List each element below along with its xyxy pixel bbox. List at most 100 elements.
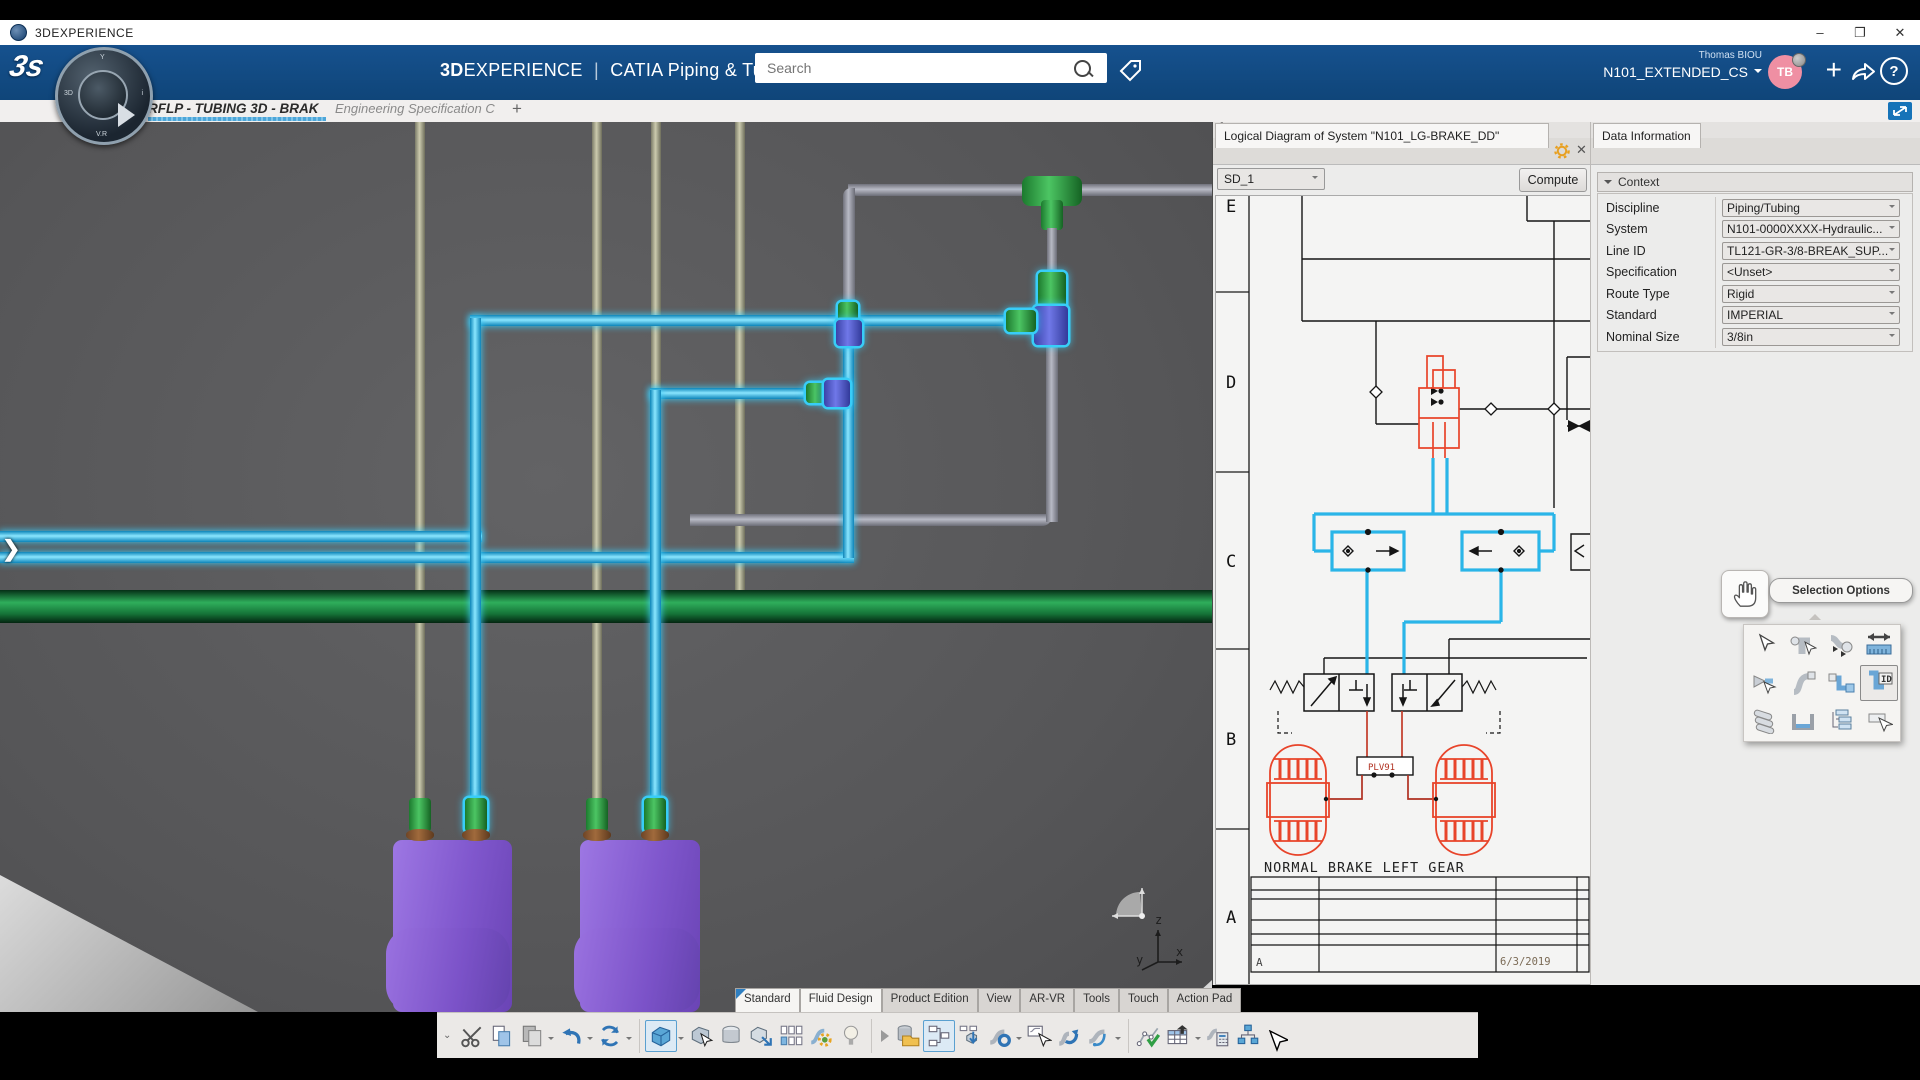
line-id-dropdown[interactable]: TL121-GR-3/8-BREAK_SUP... [1722,241,1900,260]
select-measure-icon[interactable] [1861,628,1897,662]
tube-cyan-h2[interactable] [0,552,854,563]
paste-button[interactable] [517,1021,547,1051]
open-data-button[interactable] [893,1021,923,1051]
toolbar-tab-standard[interactable]: Standard [735,988,800,1012]
tube-beige-1[interactable] [415,122,425,804]
insert-part-button[interactable] [746,1021,776,1051]
expand-window-button[interactable] [1888,102,1912,120]
tube-gray-mid[interactable] [690,514,1052,526]
tube-beige-2[interactable] [592,122,602,804]
discipline-dropdown[interactable]: Piping/Tubing [1722,198,1900,217]
undo-button[interactable] [556,1021,586,1051]
tube-cyan-h4[interactable] [650,388,822,399]
search-icon[interactable] [1074,59,1091,77]
select-spool-icon[interactable] [1747,666,1783,700]
directional-valves[interactable] [1269,673,1501,734]
port-fitting-green-1[interactable] [409,798,431,832]
port-fitting-green-4-highlighted[interactable] [644,798,666,832]
create-stock-button[interactable] [716,1021,746,1051]
transfer-route-button[interactable] [1054,1021,1084,1051]
panel-close-icon[interactable]: ✕ [1576,142,1587,158]
tube-cyan-v3[interactable] [843,326,854,558]
schematic-valve-highlighted[interactable] [1418,355,1460,458]
hand-tool-button[interactable] [1721,570,1769,618]
port-fitting-green-3[interactable] [586,798,608,832]
select-3d-part-button[interactable] [686,1021,716,1051]
compass-north-label[interactable]: Y [100,54,105,61]
doc-tab-active[interactable]: RFLP - TUBING 3D - BRAK [148,101,319,116]
update-dropdown-caret[interactable] [626,1036,633,1043]
tube-routing-dropdown-caret[interactable] [1016,1036,1023,1043]
compass-south-label[interactable]: V.R [96,131,107,138]
hydraulic-component-1-lobe[interactable] [386,928,510,1012]
check-consistency-button[interactable] [1134,1021,1164,1051]
sheet-selector[interactable]: SD_1 [1217,168,1325,190]
new-tab-button[interactable]: + [512,99,522,119]
toolbar-tab-ar-vr[interactable]: AR-VR [1020,988,1075,1012]
tube-cyan-h1[interactable] [0,531,482,542]
fitting-green-highlighted-3[interactable] [838,302,858,322]
schematic-lines[interactable] [1301,196,1590,674]
search-input[interactable] [765,59,1074,77]
new-3d-part-button[interactable] [645,1019,678,1052]
toolbar-tab-action-pad[interactable]: Action Pad [1167,988,1242,1012]
select-arrow-icon[interactable] [1747,628,1783,662]
add-content-button[interactable]: + [1826,54,1842,86]
pattern-button[interactable] [776,1021,806,1051]
3d-viewport[interactable]: ❯ z x y [0,122,1212,1012]
logical-diagram-button[interactable] [923,1019,956,1052]
nominal-size-dropdown[interactable]: 3/8in [1722,327,1900,346]
toolbar-more-button[interactable] [877,1021,893,1051]
port-fitting-green-2-highlighted[interactable] [465,798,487,832]
tube-beige-4[interactable] [735,122,745,610]
tube-function-dropdown-caret[interactable] [1115,1036,1122,1043]
tube-gray-stub[interactable] [1047,228,1057,276]
fitting-green-highlighted-4[interactable] [806,383,826,403]
compass-west-label[interactable]: 3D [64,90,73,97]
undo-dropdown-caret[interactable] [587,1036,594,1043]
toolbar-tab-product-edition[interactable]: Product Edition [881,988,978,1012]
context-section-header[interactable]: Context [1597,172,1913,192]
standard-dropdown[interactable]: IMPERIAL [1722,306,1900,325]
avatar[interactable]: TB [1768,53,1806,89]
toolbar-tab-touch[interactable]: Touch [1118,988,1168,1012]
design-table-button[interactable] [1164,1021,1194,1051]
compass-widget[interactable]: Y 3D i V.R [55,47,153,145]
route-from-schematic-button[interactable] [1024,1021,1054,1051]
design-table-dropdown-caret[interactable] [1195,1036,1202,1043]
tab-data-information[interactable]: Data Information [1593,123,1701,148]
compass-east-label[interactable]: i [141,90,143,97]
fitting-blue-highlighted-1[interactable] [1034,306,1068,345]
share-icon[interactable] [1850,58,1876,84]
schematic-canvas[interactable]: E D C B A PLV91 NORMAL BRAKE LEFT GEAR A… [1215,195,1591,985]
toolbar-collapse-icon[interactable]: ⌄ [443,1030,451,1041]
hydraulic-component-2-lobe[interactable] [574,928,700,1012]
pipe-green-main[interactable] [0,590,1212,623]
compass-core[interactable] [78,70,135,127]
tube-function-button[interactable] [1084,1021,1114,1051]
tube-calculation-button[interactable] [1203,1021,1233,1051]
tube-cyan-v2[interactable] [650,390,661,822]
maximize-button[interactable]: ❐ [1840,20,1880,45]
select-tray-icon[interactable] [1785,704,1821,738]
select-list-icon[interactable] [1823,704,1859,738]
compute-button[interactable]: Compute [1519,168,1587,192]
new-part-dropdown-caret[interactable] [678,1036,685,1043]
specification-dropdown[interactable]: <Unset> [1722,263,1900,282]
select-bundle-icon[interactable] [1747,704,1783,738]
minimize-button[interactable]: – [1800,20,1840,45]
select-connector-icon[interactable] [1823,628,1859,662]
panel-settings-gear-icon[interactable] [1554,143,1570,159]
check-valves[interactable] [1369,385,1561,416]
tag-icon[interactable] [1118,57,1144,83]
system-dropdown[interactable]: N101-0000XXXX-Hydraulic... [1722,220,1900,239]
tee-fitting-green-stub[interactable] [1041,200,1063,230]
copy-button[interactable] [487,1021,517,1051]
search-bar[interactable] [755,53,1107,83]
tube-routing-button[interactable] [985,1021,1015,1051]
tube-cyan-v1[interactable] [470,318,481,822]
fitting-green-highlighted-2[interactable] [1006,310,1036,332]
product-structure-button[interactable] [1233,1021,1263,1051]
workspace-selector[interactable]: N101_EXTENDED_CS [1603,64,1762,80]
doc-tab-secondary[interactable]: Engineering Specification C [335,101,495,116]
